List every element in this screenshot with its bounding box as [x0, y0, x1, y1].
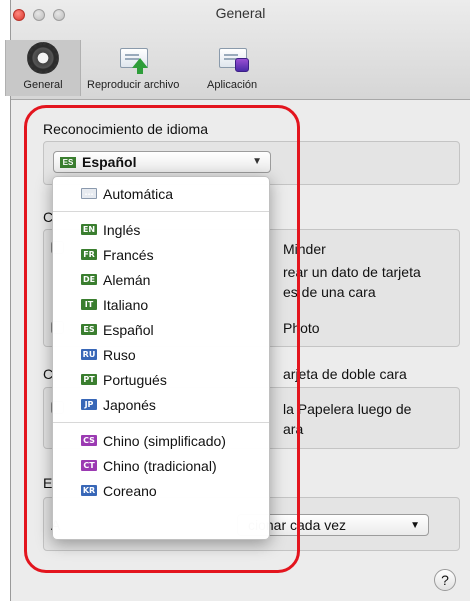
- create-card-text-2: es de una cara: [283, 284, 376, 300]
- create-card-text-1: rear un dato de tarjeta: [283, 264, 421, 280]
- ct-flag-icon: CT: [81, 460, 97, 471]
- iphoto-text: Photo: [283, 320, 320, 336]
- menu-separator: [53, 422, 269, 423]
- menu-item-auto[interactable]: ··· Automática: [53, 181, 269, 206]
- card-download-icon: [114, 42, 152, 76]
- menu-item-label: Francés: [103, 246, 154, 263]
- menu-item-label: Chino (simplificado): [103, 432, 226, 449]
- es-flag-icon: ES: [60, 156, 76, 168]
- cs-flag-icon: CS: [81, 435, 97, 446]
- chevron-down-icon: ▼: [252, 156, 262, 167]
- menu-item-es[interactable]: ES Español: [53, 317, 269, 342]
- toolbar-play-file[interactable]: Reproducir archivo: [87, 42, 179, 91]
- language-select-value: Español: [82, 154, 137, 170]
- language-select[interactable]: ES Español ▼: [53, 151, 271, 173]
- menu-item-label: Ruso: [103, 346, 136, 363]
- ru-flag-icon: RU: [81, 349, 97, 360]
- trash-text-2: ara: [283, 421, 304, 437]
- menu-item-label: Coreano: [103, 482, 157, 499]
- language-dropdown-menu: ··· Automática EN Inglés FR Francés DE A…: [52, 176, 270, 540]
- window-title: General: [215, 5, 266, 21]
- language-group-title: Reconocimiento de idioma: [43, 121, 208, 137]
- menu-item-de[interactable]: DE Alemán: [53, 267, 269, 292]
- trash-text-1: la Papelera luego de: [283, 401, 412, 417]
- toolbar-general-label: General: [23, 79, 63, 91]
- de-flag-icon: DE: [81, 274, 97, 285]
- kr-flag-icon: KR: [81, 485, 97, 496]
- bottom-group-title: E: [43, 475, 53, 491]
- toolbar-application-label: Aplicación: [207, 79, 258, 91]
- open-cardminder-text: Minder: [283, 241, 326, 257]
- menu-item-it[interactable]: IT Italiano: [53, 292, 269, 317]
- menu-item-label: Inglés: [103, 221, 141, 238]
- menu-item-fr[interactable]: FR Francés: [53, 242, 269, 267]
- menu-item-label: Alemán: [103, 271, 151, 288]
- menu-item-label: Chino (tradicional): [103, 457, 217, 474]
- menu-item-ru[interactable]: RU Ruso: [53, 342, 269, 367]
- it-flag-icon: IT: [81, 299, 97, 310]
- menu-item-en[interactable]: EN Inglés: [53, 217, 269, 242]
- menu-separator: [53, 211, 269, 212]
- menu-item-pt[interactable]: PT Portugués: [53, 367, 269, 392]
- title-bar: General General Reproducir archivo Aplic…: [5, 0, 470, 100]
- auto-flag-icon: ···: [81, 188, 97, 199]
- gear-icon: [24, 42, 62, 76]
- menu-item-label: Automática: [103, 185, 174, 202]
- toolbar-general[interactable]: General: [5, 40, 81, 96]
- double-card-group-title-2: arjeta de doble cara: [283, 366, 407, 382]
- menu-item-kr[interactable]: KR Coreano: [53, 478, 269, 503]
- menu-item-label: Japonés: [103, 396, 156, 413]
- fr-flag-icon: FR: [81, 249, 97, 260]
- menu-item-label: Italiano: [103, 296, 149, 313]
- card-app-icon: [213, 42, 251, 76]
- es-flag-icon: ES: [81, 324, 97, 335]
- menu-item-ct[interactable]: CT Chino (tradicional): [53, 453, 269, 478]
- en-flag-icon: EN: [81, 224, 97, 235]
- jp-flag-icon: JP: [81, 399, 97, 410]
- toolbar-application[interactable]: Aplicación: [207, 42, 257, 91]
- menu-item-label: Portugués: [103, 371, 167, 388]
- pt-flag-icon: PT: [81, 374, 97, 385]
- menu-item-jp[interactable]: JP Japonés: [53, 392, 269, 417]
- menu-item-cs[interactable]: CS Chino (simplificado): [53, 428, 269, 453]
- help-button[interactable]: ?: [434, 569, 456, 591]
- toolbar-play-file-label: Reproducir archivo: [87, 79, 180, 91]
- chevron-down-icon: ▼: [410, 520, 420, 531]
- menu-item-label: Español: [103, 321, 154, 338]
